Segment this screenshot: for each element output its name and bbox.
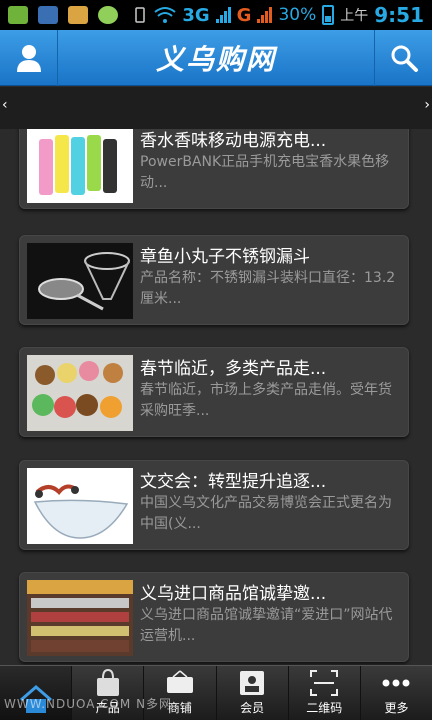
news-desc: 义乌进口商品馆诚挚邀请“爱进口”网站代运营机...: [140, 607, 393, 644]
qr-scan-icon: [310, 670, 339, 696]
vibrate-icon: [135, 7, 146, 23]
network-g: G: [236, 4, 252, 26]
power-bank-image: [27, 129, 133, 203]
banner-next-arrow[interactable]: ›: [424, 97, 430, 113]
ampm: 上午: [340, 8, 369, 24]
status-bar: 3G G 30% 上午 9:51: [0, 0, 432, 30]
news-item[interactable]: 义乌进口商品馆诚挚邀... 义乌进口商品馆诚挚邀请“爱进口”网站代运营机...: [19, 572, 409, 662]
app-logo: 义乌购网: [155, 42, 276, 76]
battery-icon: [322, 5, 335, 25]
news-list: 香水香味移动电源充电... PowerBANK正品手机充电宝香水果色移动... …: [0, 129, 432, 665]
more-dots-icon: [382, 679, 410, 687]
shop-image: [27, 580, 133, 656]
tab-label: 更多: [384, 701, 409, 715]
app-header: 义乌购网: [0, 29, 432, 86]
news-item[interactable]: 章鱼小丸子不锈钢漏斗 产品名称：不锈钢漏斗装料口直径：13.2厘米...: [19, 235, 409, 325]
signal-1-icon: [215, 7, 231, 23]
user-button[interactable]: [0, 29, 58, 86]
funnel-image: [27, 243, 133, 319]
notification-app-icon: [8, 6, 28, 24]
wechat-icon: [98, 6, 118, 24]
member-card-icon: [240, 671, 265, 695]
news-title: 文交会：转型提升追逐...: [140, 472, 327, 492]
battery-percent: 30%: [278, 5, 317, 25]
glass-bowl-image: [27, 468, 133, 544]
tab-label: 二维码: [306, 701, 343, 715]
news-item[interactable]: 香水香味移动电源充电... PowerBANK正品手机充电宝香水果色移动...: [19, 129, 409, 209]
banner-area: ‹ ›: [0, 87, 432, 129]
clock: 9:51: [374, 3, 424, 27]
news-title: 春节临近，多类产品走...: [140, 359, 327, 379]
watermark: WWW.NDUOA.COM N多网: [4, 697, 173, 711]
news-desc: 中国义乌文化产品交易博览会正式更名为中国(义...: [140, 495, 392, 532]
search-button[interactable]: [374, 29, 432, 86]
network-3g: 3G: [182, 4, 210, 26]
news-desc: PowerBANK正品手机充电宝香水果色移动...: [140, 154, 390, 191]
tab-more[interactable]: 更多: [361, 666, 432, 720]
open-sign-icon: [166, 670, 193, 693]
news-item[interactable]: 文交会：转型提升追逐... 中国义乌文化产品交易博览会正式更名为中国(义...: [19, 460, 409, 550]
news-item[interactable]: 春节临近，多类产品走... 春节临近，市场上多类产品走俏。受年货采购旺季...: [19, 347, 409, 437]
search-icon: [391, 45, 418, 72]
user-icon: [16, 44, 41, 72]
wifi-icon: [154, 7, 176, 23]
signal-2-icon: [257, 7, 273, 23]
news-desc: 春节临近，市场上多类产品走俏。受年货采购旺季...: [140, 382, 392, 419]
tab-label: 会员: [240, 701, 265, 715]
bottom-tab-bar: 产品 商铺 会员 二维码 更多 WWW.NDUOA.COM N多网: [0, 665, 432, 720]
shopping-bag-icon: [96, 668, 119, 696]
news-title: 香水香味移动电源充电...: [140, 131, 327, 151]
news-desc: 产品名称：不锈钢漏斗装料口直径：13.2厘米...: [140, 270, 396, 307]
plush-toys-image: [27, 355, 133, 431]
news-title: 章鱼小丸子不锈钢漏斗: [140, 247, 310, 267]
news-title: 义乌进口商品馆诚挚邀...: [140, 584, 327, 604]
sim-card-icon: [38, 6, 58, 24]
tab-qrcode[interactable]: 二维码: [289, 666, 361, 720]
tab-members[interactable]: 会员: [217, 666, 289, 720]
photo-icon: [68, 6, 88, 24]
banner-prev-arrow[interactable]: ‹: [2, 97, 8, 113]
